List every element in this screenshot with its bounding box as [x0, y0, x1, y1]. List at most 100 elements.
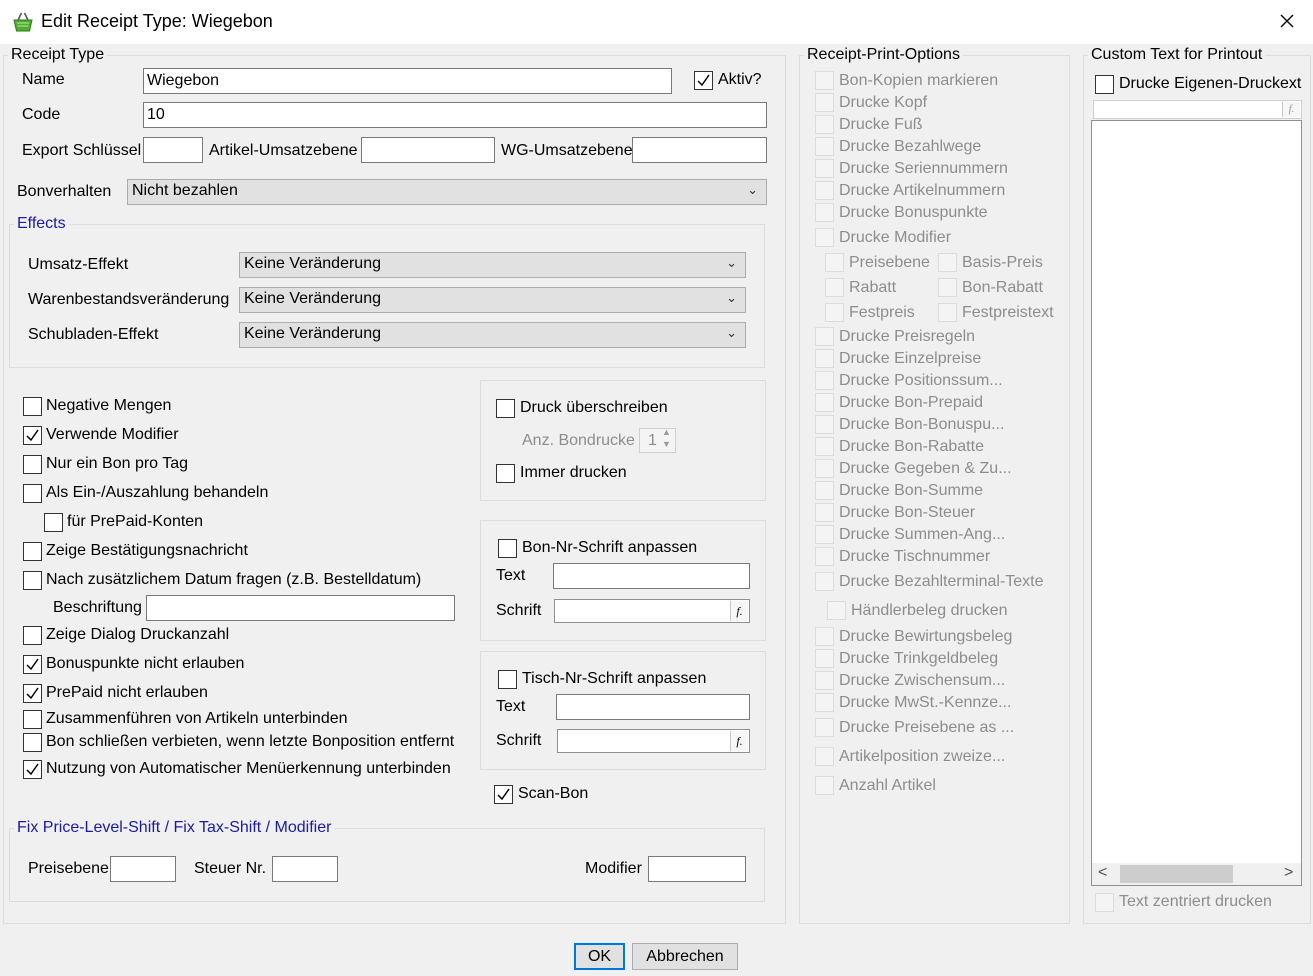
- font-picker-button[interactable]: f.: [730, 731, 748, 751]
- scroll-left-icon[interactable]: <: [1098, 864, 1107, 882]
- preisebene-input[interactable]: [110, 856, 176, 882]
- print-option-label: Drucke Bonuspunkte: [839, 204, 988, 221]
- print-option-checkbox[interactable]: [815, 649, 834, 668]
- anz-bondrucke-spinner[interactable]: 1 ▲ ▼: [639, 427, 676, 453]
- tisch-nr-font-picker[interactable]: f.: [557, 729, 750, 753]
- scan-bon-label: Scan-Bon: [518, 785, 589, 802]
- einauszahlung-checkbox[interactable]: [23, 484, 42, 503]
- print-option-checkbox[interactable]: [815, 481, 834, 500]
- bonverhalten-select[interactable]: Nicht bezahlen ⌄: [127, 179, 767, 205]
- artikel-umsatzebene-input[interactable]: [361, 137, 495, 163]
- close-button[interactable]: [1270, 8, 1304, 36]
- haendlerbeleg-checkbox[interactable]: [827, 601, 846, 620]
- steuer-nr-input[interactable]: [272, 856, 338, 882]
- code-input[interactable]: [143, 102, 767, 128]
- immer-drucken-checkbox[interactable]: [496, 464, 515, 483]
- print-option-label: Drucke Bewirtungsbeleg: [839, 628, 1013, 645]
- modifier-sub-option-checkbox[interactable]: [825, 303, 844, 322]
- druck-ueberschreiben-label: Druck überschreiben: [520, 399, 668, 416]
- custom-text-legend: Custom Text for Printout: [1091, 46, 1263, 63]
- prepaid-checkbox[interactable]: [23, 684, 42, 703]
- print-option-checkbox[interactable]: [815, 415, 834, 434]
- print-option-checkbox[interactable]: [815, 671, 834, 690]
- warenbestand-select[interactable]: Keine Veränderung ⌄: [239, 287, 746, 313]
- bestaetigung-label: Zeige Bestätigungsnachricht: [46, 542, 248, 559]
- print-option-checkbox[interactable]: [815, 71, 834, 90]
- print-option-checkbox[interactable]: [815, 547, 834, 566]
- print-option-checkbox[interactable]: [815, 228, 834, 247]
- bon-schliessen-checkbox[interactable]: [23, 733, 42, 752]
- font-picker-button[interactable]: f.: [730, 601, 748, 621]
- bon-nr-checkbox[interactable]: [498, 539, 517, 558]
- bon-nr-label: Bon-Nr-Schrift anpassen: [522, 539, 698, 556]
- schubladen-effekt-select[interactable]: Keine Veränderung ⌄: [239, 322, 746, 348]
- modifier-sub-option-checkbox[interactable]: [825, 278, 844, 297]
- umsatz-effekt-label: Umsatz-Effekt: [28, 256, 129, 273]
- print-option-checkbox[interactable]: [815, 393, 834, 412]
- modifier-sub-option-label: Festpreis: [849, 304, 915, 321]
- print-option-checkbox[interactable]: [815, 503, 834, 522]
- custom-font-picker[interactable]: f.: [1093, 100, 1302, 119]
- scrollbar-thumb[interactable]: [1120, 865, 1233, 883]
- print-option-checkbox[interactable]: [815, 181, 834, 200]
- print-option-checkbox[interactable]: [815, 459, 834, 478]
- bon-nr-font-picker[interactable]: f.: [554, 599, 750, 623]
- horizontal-scrollbar[interactable]: < >: [1092, 863, 1301, 885]
- tisch-nr-text-input[interactable]: [556, 694, 750, 720]
- umsatz-effekt-select[interactable]: Keine Veränderung ⌄: [239, 252, 746, 278]
- print-option-checkbox[interactable]: [815, 327, 834, 346]
- ein-bon-pro-tag-checkbox[interactable]: [23, 455, 42, 474]
- anzahl-artikel-label: Anzahl Artikel: [839, 777, 936, 794]
- print-option-checkbox[interactable]: [815, 627, 834, 646]
- print-option-checkbox[interactable]: [815, 693, 834, 712]
- modifier-sub-option-checkbox[interactable]: [938, 253, 957, 272]
- check-icon: [26, 687, 39, 700]
- artikelposition-checkbox[interactable]: [815, 747, 834, 766]
- export-key-input[interactable]: [143, 137, 203, 163]
- schubladen-effekt-label: Schubladen-Effekt: [28, 326, 159, 343]
- prepaid-konten-checkbox[interactable]: [44, 513, 63, 532]
- bestaetigung-checkbox[interactable]: [23, 542, 42, 561]
- ok-button[interactable]: OK: [574, 943, 625, 970]
- automatik-checkbox[interactable]: [23, 760, 42, 779]
- font-picker-button[interactable]: f.: [1282, 102, 1300, 117]
- eigener-druckext-label: Drucke Eigenen-Druckext: [1119, 75, 1302, 92]
- print-option-checkbox[interactable]: [815, 137, 834, 156]
- print-option-checkbox[interactable]: [815, 718, 834, 737]
- modifier-sub-option-label: Rabatt: [849, 279, 897, 296]
- druckanzahl-checkbox[interactable]: [23, 626, 42, 645]
- print-option-checkbox[interactable]: [815, 349, 834, 368]
- verwende-modifier-checkbox[interactable]: [23, 426, 42, 445]
- print-option-checkbox[interactable]: [815, 93, 834, 112]
- custom-text-area[interactable]: < >: [1091, 120, 1302, 886]
- wg-umsatzebene-input[interactable]: [632, 137, 767, 163]
- zusammenfuehren-checkbox[interactable]: [23, 710, 42, 729]
- negative-mengen-checkbox[interactable]: [23, 397, 42, 416]
- scroll-right-icon[interactable]: >: [1284, 864, 1293, 882]
- print-option-checkbox[interactable]: [815, 371, 834, 390]
- tisch-nr-checkbox[interactable]: [498, 670, 517, 689]
- print-option-checkbox[interactable]: [815, 203, 834, 222]
- cancel-button[interactable]: Abbrechen: [632, 943, 738, 970]
- modifier-sub-option-checkbox[interactable]: [825, 253, 844, 272]
- anzahl-artikel-checkbox[interactable]: [815, 776, 834, 795]
- beschriftung-input[interactable]: [146, 595, 455, 621]
- aktiv-checkbox[interactable]: [694, 71, 713, 90]
- bonuspunkte-checkbox[interactable]: [23, 655, 42, 674]
- datum-checkbox[interactable]: [23, 571, 42, 590]
- text-zentriert-checkbox[interactable]: [1095, 893, 1114, 912]
- print-option-checkbox[interactable]: [815, 437, 834, 456]
- print-option-checkbox[interactable]: [815, 159, 834, 178]
- modifier-sub-option-checkbox[interactable]: [938, 278, 957, 297]
- zusammenfuehren-label: Zusammenführen von Artikeln unterbinden: [46, 710, 348, 727]
- name-input[interactable]: [143, 68, 672, 94]
- modifier-input[interactable]: [648, 856, 746, 882]
- scan-bon-checkbox[interactable]: [494, 785, 513, 804]
- print-option-checkbox[interactable]: [815, 115, 834, 134]
- druck-ueberschreiben-checkbox[interactable]: [496, 399, 515, 418]
- print-option-checkbox[interactable]: [815, 525, 834, 544]
- modifier-sub-option-checkbox[interactable]: [938, 303, 957, 322]
- eigener-druckext-checkbox[interactable]: [1095, 75, 1114, 94]
- bon-nr-text-input[interactable]: [553, 563, 750, 589]
- print-option-checkbox[interactable]: [815, 572, 834, 591]
